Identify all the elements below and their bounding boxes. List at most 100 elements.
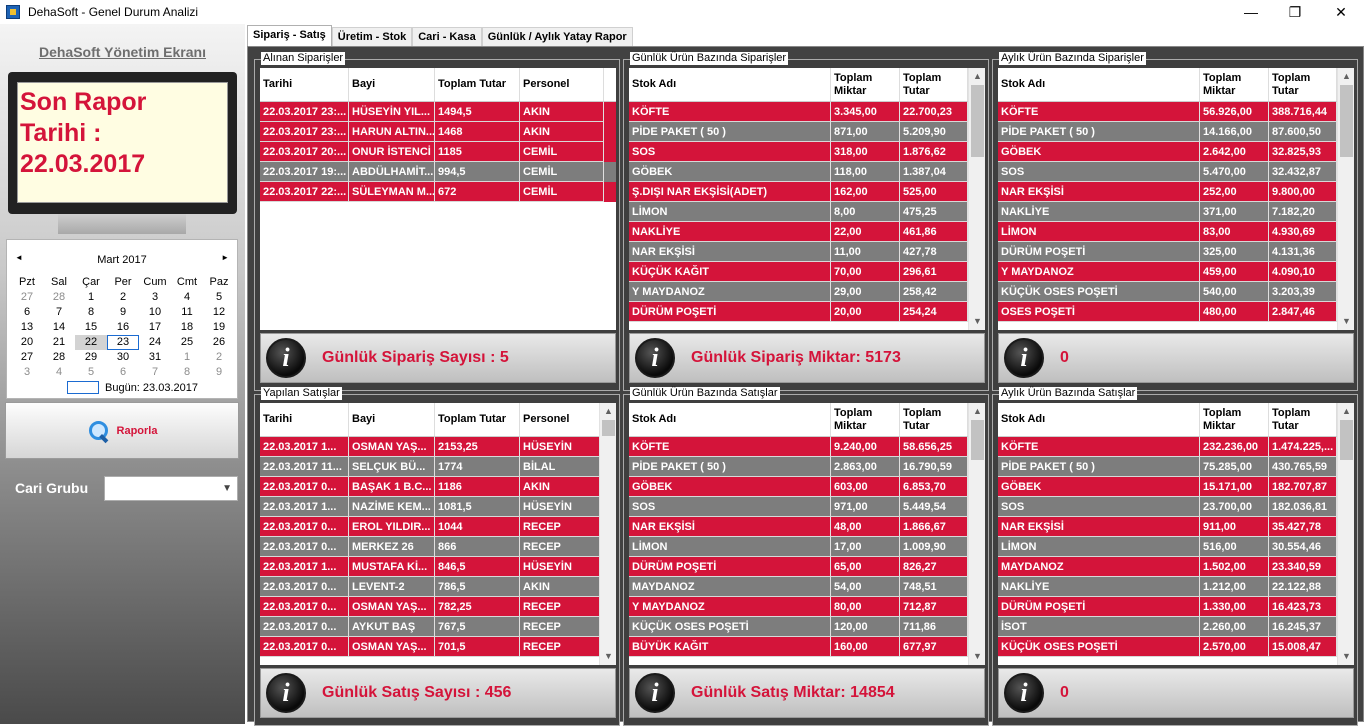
table-row[interactable]: NAKLİYE 371,00 7.182,20 (998, 202, 1354, 222)
table-row[interactable]: PİDE PAKET ( 50 ) 2.863,00 16.790,59 (629, 457, 985, 477)
calendar-day[interactable]: 8 (171, 365, 203, 380)
column-header[interactable]: Stok Adı (998, 403, 1200, 436)
table-row[interactable]: PİDE PAKET ( 50 ) 871,00 5.209,90 (629, 122, 985, 142)
table-row[interactable]: SOS 971,00 5.449,54 (629, 497, 985, 517)
calendar-day[interactable]: 10 (139, 305, 171, 320)
column-header[interactable]: Toplam Tutar (1269, 68, 1337, 101)
scroll-thumb[interactable] (1340, 420, 1353, 460)
minimize-button[interactable]: — (1228, 0, 1274, 24)
table-row[interactable]: 22.03.2017 22:... SÜLEYMAN M... 672 CEMİL (260, 182, 616, 202)
calendar-day[interactable]: 4 (43, 365, 75, 380)
table-row[interactable]: PİDE PAKET ( 50 ) 14.166,00 87.600,50 (998, 122, 1354, 142)
table-row[interactable]: KÜÇÜK OSES POŞETİ 540,00 3.203,39 (998, 282, 1354, 302)
vertical-scrollbar[interactable]: ▲ ▼ (968, 68, 985, 330)
table-row[interactable]: GÖBEK 15.171,00 182.707,87 (998, 477, 1354, 497)
calendar-day[interactable]: 24 (139, 335, 171, 350)
tab-gunluk-aylik[interactable]: Günlük / Aylık Yatay Rapor (481, 27, 633, 47)
table-row[interactable]: 22.03.2017 0... MERKEZ 26 866 RECEP (260, 537, 616, 557)
tab-siparis-satis[interactable]: Sipariş - Satış (247, 25, 332, 47)
scroll-thumb[interactable] (971, 85, 984, 157)
table-row[interactable]: SOS 318,00 1.876,62 (629, 142, 985, 162)
scroll-up-icon[interactable]: ▲ (600, 403, 616, 420)
tab-uretim-stok[interactable]: Üretim - Stok (331, 27, 413, 47)
table-row[interactable]: DÜRÜM POŞETİ 65,00 826,27 (629, 557, 985, 577)
column-header[interactable]: Toplam Tutar (1269, 403, 1337, 436)
column-header[interactable]: Stok Adı (998, 68, 1200, 101)
table-row[interactable]: 22.03.2017 0... BAŞAK 1 B.C... 1186 AKIN (260, 477, 616, 497)
table-row[interactable]: 22.03.2017 1... NAZİME KEM... 1081,5 HÜSEYİ… (260, 497, 616, 517)
calendar-day[interactable]: 5 (75, 365, 107, 380)
table-row[interactable]: DÜRÜM POŞETİ 1.330,00 16.423,73 (998, 597, 1354, 617)
table-row[interactable]: LİMON 83,00 4.930,69 (998, 222, 1354, 242)
scroll-down-icon[interactable]: ▼ (969, 648, 985, 665)
calendar-day[interactable]: 31 (139, 350, 171, 365)
calendar-day[interactable]: 7 (43, 305, 75, 320)
calendar-day[interactable]: 20 (11, 335, 43, 350)
column-header[interactable]: Toplam Tutar (435, 403, 520, 436)
scroll-down-icon[interactable]: ▼ (969, 313, 985, 330)
table-row[interactable]: Y MAYDANOZ 459,00 4.090,10 (998, 262, 1354, 282)
table-row[interactable]: KÜÇÜK KAĞIT 70,00 296,61 (629, 262, 985, 282)
scroll-down-icon[interactable]: ▼ (1338, 313, 1354, 330)
calendar-day[interactable]: 4 (171, 290, 203, 305)
calendar-day[interactable]: 11 (171, 305, 203, 320)
scroll-thumb[interactable] (602, 420, 615, 436)
table-row[interactable]: LİMON 17,00 1.009,90 (629, 537, 985, 557)
table-row[interactable]: DÜRÜM POŞETİ 20,00 254,24 (629, 302, 985, 322)
column-header[interactable]: Toplam Tutar (900, 68, 968, 101)
column-header[interactable]: Toplam Miktar (1200, 68, 1269, 101)
table-row[interactable]: KÖFTE 3.345,00 22.700,23 (629, 102, 985, 122)
data-grid[interactable]: Tarihi Bayi Toplam Tutar Personel 22.03.2017… (260, 68, 616, 330)
tab-cari-kasa[interactable]: Cari - Kasa (412, 27, 482, 47)
data-grid[interactable]: Stok Adı Toplam Miktar Toplam Tutar KÖFTE 3.… (629, 68, 985, 330)
table-row[interactable]: 22.03.2017 1... OSMAN YAŞ... 2153,25 HÜSEYİ… (260, 437, 616, 457)
data-grid[interactable]: Stok Adı Toplam Miktar Toplam Tutar KÖFTE 56… (998, 68, 1354, 330)
table-row[interactable]: MAYDANOZ 54,00 748,51 (629, 577, 985, 597)
calendar-day[interactable]: 25 (171, 335, 203, 350)
calendar-day[interactable]: 3 (139, 290, 171, 305)
table-row[interactable]: 22.03.2017 0... OSMAN YAŞ... 782,25 RECEP (260, 597, 616, 617)
table-row[interactable]: Y MAYDANOZ 80,00 712,87 (629, 597, 985, 617)
table-row[interactable]: DÜRÜM POŞETİ 325,00 4.131,36 (998, 242, 1354, 262)
table-row[interactable]: NAR EKŞİSİ 48,00 1.866,67 (629, 517, 985, 537)
vertical-scrollbar[interactable]: ▲ ▼ (1337, 68, 1354, 330)
table-row[interactable]: 22.03.2017 11... SELÇUK BÜ... 1774 BİLAL (260, 457, 616, 477)
vertical-scrollbar[interactable]: ▲ ▼ (599, 403, 616, 665)
calendar-day[interactable]: 22 (75, 335, 107, 350)
column-header[interactable]: Bayi (349, 403, 435, 436)
calendar-day[interactable]: 29 (75, 350, 107, 365)
table-row[interactable]: NAKLİYE 1.212,00 22.122,88 (998, 577, 1354, 597)
table-row[interactable]: NAR EKŞİSİ 11,00 427,78 (629, 242, 985, 262)
vertical-scrollbar[interactable]: ▲ ▼ (1337, 403, 1354, 665)
calendar-day[interactable]: 3 (11, 365, 43, 380)
calendar-day[interactable]: 6 (107, 365, 139, 380)
table-row[interactable]: LİMON 8,00 475,25 (629, 202, 985, 222)
calendar-day[interactable]: 26 (203, 335, 235, 350)
column-header[interactable]: Toplam Miktar (1200, 403, 1269, 436)
calendar-day[interactable]: 12 (203, 305, 235, 320)
column-header[interactable]: Bayi (349, 68, 435, 101)
scroll-down-icon[interactable]: ▼ (600, 648, 616, 665)
data-grid[interactable]: Tarihi Bayi Toplam Tutar Personel 22.03.2017… (260, 403, 616, 665)
table-row[interactable]: LİMON 516,00 30.554,46 (998, 537, 1354, 557)
table-row[interactable]: 22.03.2017 0... AYKUT BAŞ 767,5 RECEP (260, 617, 616, 637)
maximize-button[interactable]: ❐ (1272, 0, 1318, 24)
calendar-day[interactable]: 16 (107, 320, 139, 335)
calendar-day[interactable]: 30 (107, 350, 139, 365)
table-row[interactable]: BÜYÜK KAĞIT 160,00 677,97 (629, 637, 985, 657)
table-row[interactable]: KÜÇÜK OSES POŞETİ 2.570,00 15.008,47 (998, 637, 1354, 657)
table-row[interactable]: NAR EKŞİSİ 252,00 9.800,00 (998, 182, 1354, 202)
table-row[interactable]: GÖBEK 603,00 6.853,70 (629, 477, 985, 497)
calendar-today[interactable]: Bugün: 23.03.2017 (67, 381, 198, 394)
cari-group-select[interactable]: ▼ (104, 476, 238, 501)
table-row[interactable]: SOS 23.700,00 182.036,81 (998, 497, 1354, 517)
table-row[interactable]: 22.03.2017 19:... ABDÜLHAMİT... 994,5 CEMİL (260, 162, 616, 182)
data-grid[interactable]: Stok Adı Toplam Miktar Toplam Tutar KÖFTE 9.… (629, 403, 985, 665)
table-row[interactable]: 22.03.2017 0... OSMAN YAŞ... 701,5 RECEP (260, 637, 616, 657)
table-row[interactable]: MAYDANOZ 1.502,00 23.340,59 (998, 557, 1354, 577)
scroll-up-icon[interactable]: ▲ (969, 403, 985, 420)
scroll-up-icon[interactable]: ▲ (1338, 68, 1354, 85)
column-header[interactable]: Tarihi (260, 68, 349, 101)
table-row[interactable]: NAKLİYE 22,00 461,86 (629, 222, 985, 242)
table-row[interactable]: 22.03.2017 23:... HÜSEYİN YIL... 1494,5 AKI… (260, 102, 616, 122)
